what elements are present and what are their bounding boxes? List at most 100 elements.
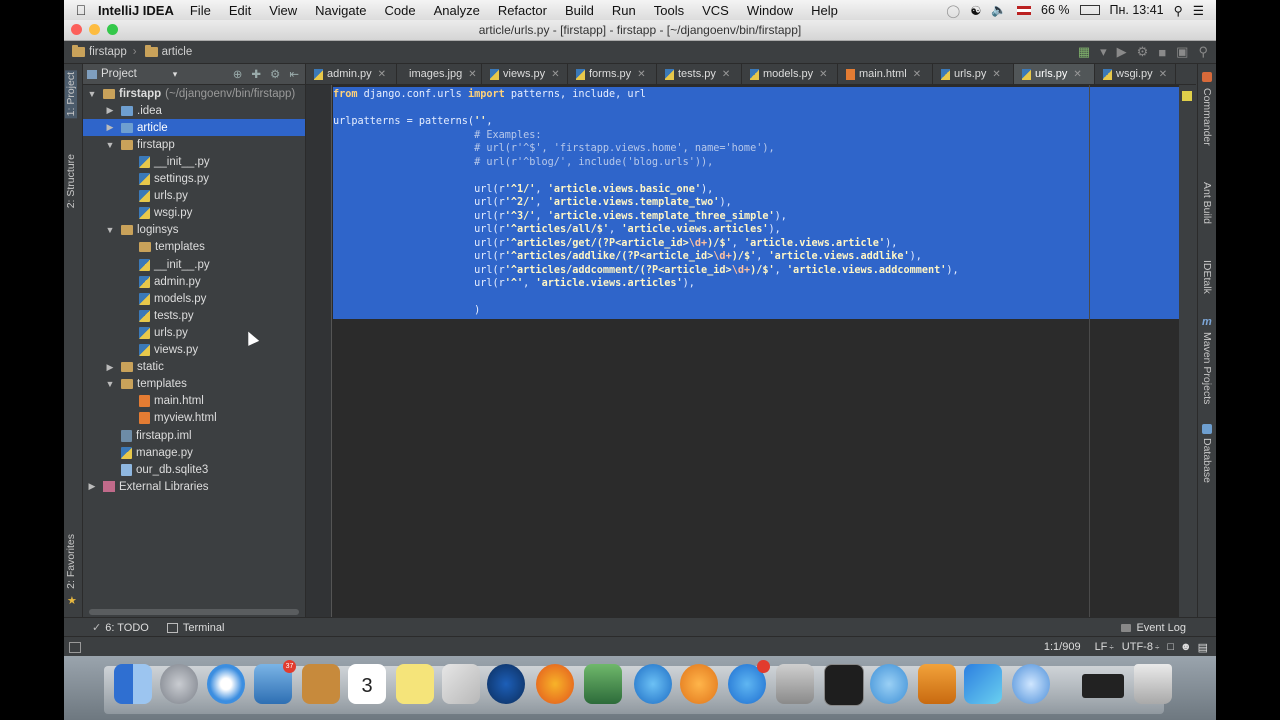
sync-icon[interactable]: ◯ bbox=[946, 3, 960, 18]
notes-icon[interactable] bbox=[396, 664, 434, 704]
editor-tab[interactable]: urls.py ✕ bbox=[1014, 64, 1095, 84]
system-preferences-icon[interactable] bbox=[776, 664, 814, 704]
itunes-icon[interactable] bbox=[634, 664, 672, 704]
expand-toggle-icon[interactable]: ▶ bbox=[87, 481, 97, 492]
close-tab-icon[interactable]: ✕ bbox=[1159, 69, 1167, 80]
tree-item[interactable]: admin.py bbox=[83, 273, 305, 290]
tool-windows-toggle-icon[interactable] bbox=[69, 641, 81, 653]
intellij-idea-icon[interactable] bbox=[964, 664, 1002, 704]
tree-item[interactable]: ▶ article bbox=[83, 119, 305, 137]
menu-analyze[interactable]: Analyze bbox=[434, 3, 480, 18]
editor-tab[interactable]: urls.py ✕ bbox=[933, 64, 1014, 84]
apple-icon[interactable]:  bbox=[64, 2, 98, 18]
commander-tool-tab[interactable]: Commander bbox=[1201, 88, 1213, 146]
run-config-dropdown-icon[interactable]: ▾ bbox=[1100, 44, 1107, 60]
menu-navigate[interactable]: Navigate bbox=[315, 3, 366, 18]
search-everywhere-icon[interactable]: ⚲ bbox=[1198, 44, 1208, 60]
menu-file[interactable]: File bbox=[190, 3, 211, 18]
facetime-icon[interactable] bbox=[487, 664, 525, 704]
expand-toggle-icon[interactable]: ▶ bbox=[105, 105, 115, 116]
close-tab-icon[interactable]: ✕ bbox=[722, 69, 730, 80]
terminal-app-icon[interactable] bbox=[824, 664, 864, 706]
clock[interactable]: Пн. 13:41 bbox=[1110, 3, 1164, 17]
menu-code[interactable]: Code bbox=[384, 3, 415, 18]
settings-gear-icon[interactable]: ⚙ bbox=[270, 67, 280, 81]
editor-tab[interactable]: wsgi.py ✕ bbox=[1095, 64, 1176, 84]
battery-icon[interactable] bbox=[1079, 5, 1100, 15]
editor-gutter[interactable] bbox=[306, 85, 332, 617]
vcs-update-icon[interactable]: ▦ bbox=[1078, 44, 1090, 60]
inspector-icon[interactable]: ☻ bbox=[1180, 641, 1192, 653]
calendar-icon[interactable]: 3 bbox=[348, 664, 386, 704]
tree-item[interactable]: ▶ static bbox=[83, 359, 305, 376]
editor-tab[interactable]: main.html ✕ bbox=[838, 64, 933, 84]
run-icon[interactable]: ▶ bbox=[1117, 44, 1127, 60]
file-encoding[interactable]: UTF-8 bbox=[1122, 641, 1153, 653]
tree-item[interactable]: our_db.sqlite3 bbox=[83, 461, 305, 478]
editor-tab[interactable]: images.jpg ✕ bbox=[397, 64, 482, 84]
close-tab-icon[interactable]: ✕ bbox=[378, 69, 386, 80]
menu-edit[interactable]: Edit bbox=[229, 3, 251, 18]
lock-icon[interactable]: □ bbox=[1167, 641, 1174, 653]
tree-item[interactable]: __init__.py bbox=[83, 153, 305, 170]
maven-projects-tool-tab[interactable]: Maven Projects bbox=[1201, 332, 1213, 404]
menu-refactor[interactable]: Refactor bbox=[498, 3, 547, 18]
contacts-icon[interactable] bbox=[302, 664, 340, 704]
close-tab-icon[interactable]: ✕ bbox=[1073, 69, 1081, 80]
editor-tab[interactable]: admin.py ✕ bbox=[306, 64, 397, 84]
analysis-status-icon[interactable] bbox=[1182, 91, 1192, 101]
close-tab-icon[interactable]: ✕ bbox=[992, 69, 1000, 80]
breadcrumb-article[interactable]: article bbox=[144, 45, 192, 58]
project-structure-icon[interactable]: ▣ bbox=[1176, 44, 1188, 60]
menu-view[interactable]: View bbox=[269, 3, 297, 18]
tree-item[interactable]: models.py bbox=[83, 290, 305, 307]
expand-toggle-icon[interactable]: ▼ bbox=[105, 225, 115, 235]
code-editor[interactable]: from django.conf.urls import patterns, i… bbox=[333, 85, 1179, 617]
editor-tab[interactable]: views.py ✕ bbox=[482, 64, 568, 84]
expand-toggle-icon[interactable]: ▶ bbox=[105, 122, 115, 133]
trash-icon[interactable] bbox=[1134, 664, 1172, 704]
app-store-icon[interactable] bbox=[728, 660, 770, 704]
memory-indicator-icon[interactable]: ▤ bbox=[1198, 641, 1208, 654]
messages-icon[interactable] bbox=[870, 664, 908, 704]
structure-tool-tab[interactable]: 2: Structure bbox=[65, 154, 77, 208]
firefox-icon[interactable] bbox=[536, 664, 574, 704]
project-tool-tab[interactable]: 1: Project bbox=[65, 70, 77, 119]
tree-item[interactable]: ▼ templates bbox=[83, 376, 305, 393]
tree-item[interactable]: ▶ .idea bbox=[83, 102, 305, 119]
tree-item[interactable]: myview.html bbox=[83, 410, 305, 427]
menu-help[interactable]: Help bbox=[811, 3, 838, 18]
expand-toggle-icon[interactable]: ▶ bbox=[105, 362, 115, 373]
flag-icon[interactable] bbox=[1017, 5, 1031, 15]
database-tool-tab[interactable]: Database bbox=[1201, 438, 1213, 483]
terminal-tool-tab[interactable]: Terminal bbox=[183, 622, 225, 634]
close-tab-icon[interactable]: ✕ bbox=[913, 69, 921, 80]
reminders-icon[interactable] bbox=[442, 664, 480, 704]
idetalk-tool-tab[interactable]: IDEtalk bbox=[1201, 260, 1213, 294]
spotlight-icon[interactable]: ⚲ bbox=[1174, 3, 1183, 18]
line-separator[interactable]: LF bbox=[1095, 641, 1108, 653]
expand-toggle-icon[interactable]: ▼ bbox=[87, 89, 97, 99]
project-view-label[interactable]: Project bbox=[101, 68, 137, 80]
menu-tools[interactable]: Tools bbox=[654, 3, 684, 18]
quicktime-icon[interactable] bbox=[1012, 664, 1050, 704]
battery-text[interactable]: 66 % bbox=[1041, 3, 1070, 17]
wifi-icon[interactable]: ☯ bbox=[970, 3, 981, 18]
close-tab-icon[interactable]: ✕ bbox=[551, 69, 559, 80]
tree-item[interactable]: ▶ External Libraries bbox=[83, 478, 305, 495]
tree-item[interactable]: manage.py bbox=[83, 444, 305, 461]
mail-icon[interactable]: 37 bbox=[254, 660, 296, 704]
view-dropdown-icon[interactable]: ▾ bbox=[173, 69, 178, 80]
sublime-text-icon[interactable] bbox=[918, 664, 956, 704]
stop-icon[interactable]: ■ bbox=[1158, 45, 1166, 60]
tree-item[interactable]: main.html bbox=[83, 393, 305, 410]
editor-tab[interactable]: tests.py ✕ bbox=[657, 64, 742, 84]
close-tab-icon[interactable]: ✕ bbox=[819, 69, 827, 80]
volume-icon[interactable]: 🔈 bbox=[991, 3, 1007, 18]
tree-item[interactable]: settings.py bbox=[83, 171, 305, 188]
safari-icon[interactable] bbox=[207, 664, 245, 704]
sync-scroll-icon[interactable]: ⊕ bbox=[233, 67, 243, 81]
menu-run[interactable]: Run bbox=[612, 3, 636, 18]
tree-item[interactable]: urls.py bbox=[83, 188, 305, 205]
caret-position[interactable]: 1:1/909 bbox=[1044, 641, 1081, 653]
